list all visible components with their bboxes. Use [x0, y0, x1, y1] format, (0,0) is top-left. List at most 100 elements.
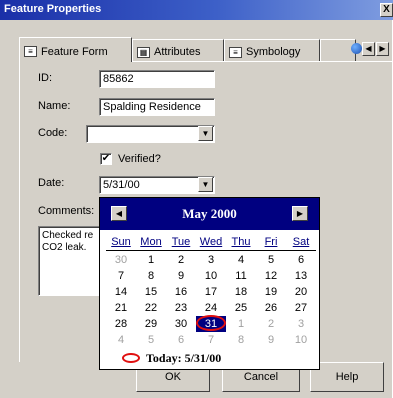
previous-month-button[interactable]: ◀ [111, 206, 127, 221]
calendar-header: May 2000 ◀ ▶ [100, 198, 319, 230]
calendar-day[interactable]: 28 [106, 316, 136, 332]
calendar-day[interactable]: 13 [286, 268, 316, 284]
calendar-day-number: 15 [144, 286, 158, 298]
calendar-day[interactable]: 7 [196, 332, 226, 348]
calendar-day[interactable]: 6 [166, 332, 196, 348]
calendar-day[interactable]: 10 [286, 332, 316, 348]
close-button[interactable]: X [380, 3, 393, 17]
calendar-week-row: 4 5 6 7 8 9 10 [106, 332, 316, 348]
calendar-day[interactable]: 21 [106, 300, 136, 316]
help-button[interactable]: Help [310, 362, 384, 392]
calendar-day[interactable]: 9 [256, 332, 286, 348]
calendar-week-row: 30 1 2 3 4 5 6 [106, 252, 316, 268]
triangle-down-icon: ▼ [201, 129, 210, 138]
calendar-day[interactable]: 12 [256, 268, 286, 284]
calendar-day-number: 23 [174, 302, 188, 314]
calendar-day[interactable]: 9 [166, 268, 196, 284]
calendar-day[interactable]: 3 [196, 252, 226, 268]
calendar-day[interactable]: 8 [136, 268, 166, 284]
calendar-day-number: 6 [297, 254, 305, 266]
calendar-day[interactable]: 30 [106, 252, 136, 268]
calendar-day[interactable]: 15 [136, 284, 166, 300]
globe-icon[interactable] [351, 43, 362, 54]
calendar-week-row: 28 29 30 31 1 2 3 [106, 315, 316, 332]
calendar-day[interactable]: 1 [226, 316, 256, 332]
calendar-day-number: 18 [234, 286, 248, 298]
calendar-day[interactable]: 10 [196, 268, 226, 284]
calendar-day[interactable]: 14 [106, 284, 136, 300]
today-link[interactable]: Today: 5/31/00 [122, 350, 221, 366]
calendar-day[interactable]: 11 [226, 268, 256, 284]
calendar-day-number: 3 [207, 254, 215, 266]
calendar-day[interactable]: 19 [256, 284, 286, 300]
name-field[interactable]: Spalding Residence [99, 98, 215, 116]
tab-attributes[interactable]: ▦ Attributes [132, 39, 224, 61]
calendar-day[interactable]: 20 [286, 284, 316, 300]
calendar-day[interactable]: 2 [166, 252, 196, 268]
id-field[interactable]: 85862 [99, 70, 215, 88]
date-dropdown-button[interactable]: ▼ [198, 177, 213, 192]
calendar-day[interactable]: 30 [166, 316, 196, 332]
calendar-day-number: 2 [267, 318, 275, 330]
calendar-day-number: 10 [204, 270, 218, 282]
calendar-month-title: May 2000 [182, 206, 237, 221]
calendar-day[interactable]: 4 [106, 332, 136, 348]
calendar-day-number: 19 [264, 286, 278, 298]
calendar-day[interactable]: 26 [256, 300, 286, 316]
calendar-day[interactable]: 22 [136, 300, 166, 316]
title-bar[interactable]: Feature Properties X [0, 0, 393, 20]
calendar-day[interactable]: 29 [136, 316, 166, 332]
calendar-day-number: 26 [264, 302, 278, 314]
calendar-day-number: 28 [114, 318, 128, 330]
tab-scroll-left-button[interactable]: ◀ [362, 42, 375, 56]
tab-label: Attributes [154, 46, 201, 58]
date-label: Date: [38, 177, 65, 189]
calendar-grid: Sun Mon Tue Wed Thu Fri Sat 30 1 2 3 4 5 6 7 8 9 10 11 12 1… [106, 234, 316, 348]
calendar-day[interactable]: 25 [226, 300, 256, 316]
feature-properties-window: Feature Properties X ≡ Feature Form ▦ At… [0, 0, 393, 398]
window-title: Feature Properties [4, 3, 102, 15]
calendar-day-selected[interactable]: 31 [196, 315, 226, 332]
calendar-day-number: 20 [294, 286, 308, 298]
tab-scroll-right-button[interactable]: ▶ [376, 42, 389, 56]
triangle-right-icon: ▶ [296, 209, 304, 218]
next-month-button[interactable]: ▶ [292, 206, 308, 221]
calendar-day-number: 7 [207, 334, 215, 346]
calendar-day[interactable]: 18 [226, 284, 256, 300]
calendar-day-number: 2 [177, 254, 185, 266]
triangle-left-icon: ◀ [365, 44, 372, 53]
verified-checkbox[interactable]: ✔ [100, 153, 112, 165]
calendar-day[interactable]: 6 [286, 252, 316, 268]
calendar-day[interactable]: 8 [226, 332, 256, 348]
day-of-week-header: Wed [199, 236, 223, 248]
calendar-day[interactable]: 27 [286, 300, 316, 316]
close-icon: X [383, 4, 390, 15]
calendar-day[interactable]: 7 [106, 268, 136, 284]
id-label: ID: [38, 72, 53, 84]
calendar-day-number: 7 [117, 270, 125, 282]
calendar-day[interactable]: 4 [226, 252, 256, 268]
calendar-week-row: 14 15 16 17 18 19 20 [106, 284, 316, 300]
calendar-day-number: 29 [144, 318, 158, 330]
calendar-day[interactable]: 2 [256, 316, 286, 332]
code-dropdown[interactable] [86, 125, 215, 143]
calendar-day[interactable]: 5 [256, 252, 286, 268]
calendar-day[interactable]: 17 [196, 284, 226, 300]
comments-label: Comments: [38, 205, 95, 217]
calendar-day-number: 4 [117, 334, 125, 346]
form-icon: ≡ [24, 46, 37, 57]
calendar-day[interactable]: 16 [166, 284, 196, 300]
tab-symbology[interactable]: ≡ Symbology [224, 39, 320, 61]
tab-feature-form[interactable]: ≡ Feature Form [19, 37, 132, 62]
calendar-day[interactable]: 1 [136, 252, 166, 268]
calendar-day-number: 11 [235, 270, 247, 282]
name-label: Name: [38, 100, 71, 112]
help-button-label: Help [335, 371, 359, 383]
calendar-day[interactable]: 3 [286, 316, 316, 332]
code-dropdown-button[interactable]: ▼ [198, 126, 213, 141]
date-picker-calendar[interactable]: May 2000 ◀ ▶ Sun Mon Tue Wed Thu Fri Sat 30 1 2 3… [99, 197, 320, 370]
calendar-day[interactable]: 5 [136, 332, 166, 348]
calendar-day[interactable]: 23 [166, 300, 196, 316]
calendar-day-number: 21 [114, 302, 128, 314]
calendar-day[interactable]: 24 [196, 300, 226, 316]
